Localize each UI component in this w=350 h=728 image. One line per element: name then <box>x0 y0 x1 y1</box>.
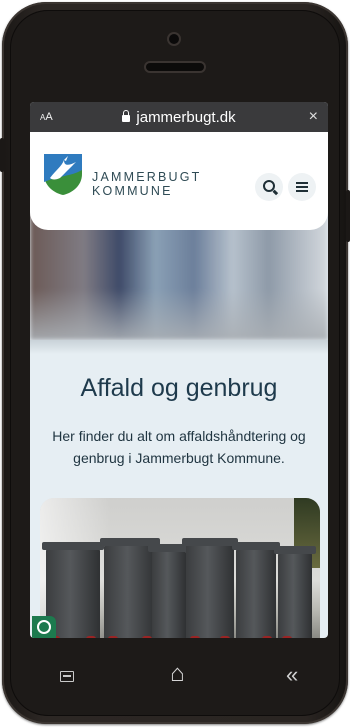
back-icon[interactable]: « <box>286 662 298 688</box>
menu-icon <box>296 182 308 185</box>
accessibility-icon[interactable] <box>32 616 56 638</box>
waste-bin <box>232 542 280 638</box>
waste-bin <box>182 538 238 638</box>
browser-url-bar[interactable]: AA jammerbugt.dk × <box>30 102 328 132</box>
brand-line-1: JAMMERBUGT <box>92 170 202 184</box>
page-intro: Her finder du alt om affaldshåndtering o… <box>52 428 306 466</box>
home-icon[interactable]: ⌂ <box>170 660 185 688</box>
power-button <box>346 190 350 242</box>
earpiece-speaker <box>146 63 204 71</box>
brand-line-2: KOMMUNE <box>92 184 173 198</box>
waste-bin <box>148 544 190 638</box>
waste-bin <box>274 546 316 638</box>
close-icon[interactable]: × <box>309 108 318 126</box>
waste-bins-photo <box>40 498 320 638</box>
brand-name[interactable]: JAMMERBUGT KOMMUNE <box>92 170 202 198</box>
front-camera <box>169 34 179 44</box>
page-title: Affald og genbrug <box>80 374 278 402</box>
jammerbugt-logo-icon[interactable] <box>42 152 84 196</box>
hero-fade <box>30 340 328 354</box>
volume-button <box>0 138 4 172</box>
url-display[interactable]: jammerbugt.dk <box>30 109 328 126</box>
lock-icon <box>122 110 131 122</box>
android-nav-bar: ⌂ « <box>30 644 328 704</box>
phone-screen: AA jammerbugt.dk × JAMMERBUGT KOMMUNE Af… <box>30 102 328 638</box>
url-text: jammerbugt.dk <box>136 109 236 126</box>
search-icon <box>263 180 275 192</box>
site-header: JAMMERBUGT KOMMUNE <box>30 132 328 230</box>
menu-button[interactable] <box>288 173 316 201</box>
search-button[interactable] <box>255 173 283 201</box>
recent-apps-icon[interactable] <box>60 671 74 682</box>
hero-image <box>30 212 328 340</box>
waste-bin <box>100 538 160 638</box>
